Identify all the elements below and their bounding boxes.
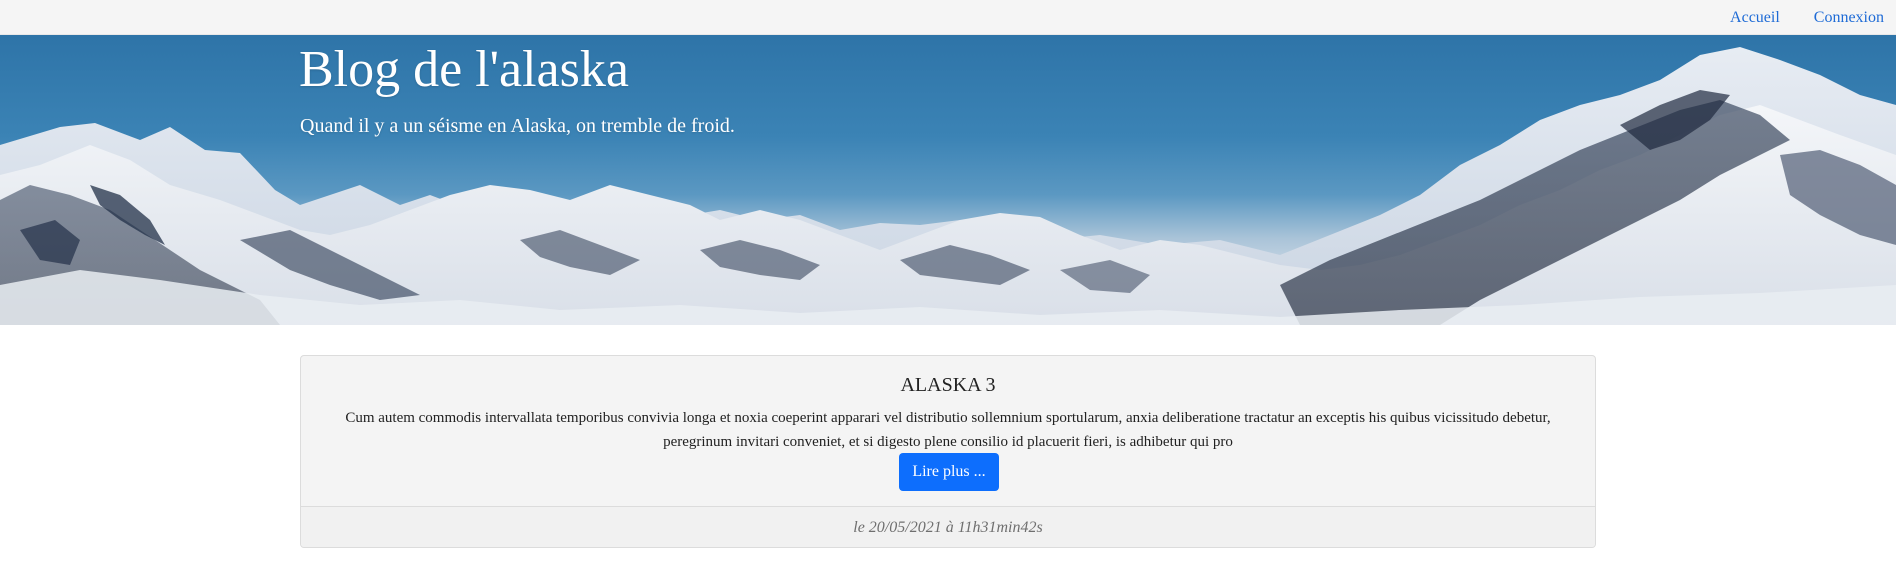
post-card: ALASKA 3 Cum autem commodis intervallata… bbox=[300, 355, 1596, 548]
post-footer: le 20/05/2021 à 11h31min42s bbox=[301, 506, 1595, 547]
post-excerpt: Cum autem commodis intervallata temporib… bbox=[345, 410, 1551, 450]
post-title: ALASKA 3 bbox=[900, 374, 996, 396]
post-date: le 20/05/2021 à 11h31min42s bbox=[853, 519, 1043, 536]
hero-banner: Blog de l'alaska Quand il y a un séisme … bbox=[0, 35, 1896, 325]
read-more-button[interactable]: Lire plus ... bbox=[899, 453, 999, 491]
page-title: Blog de l'alaska bbox=[299, 41, 629, 98]
post-body: ALASKA 3 Cum autem commodis intervallata… bbox=[301, 356, 1595, 506]
mountain-banner-image bbox=[0, 47, 1896, 325]
nav-link-connexion[interactable]: Connexion bbox=[1814, 9, 1884, 26]
nav-link-accueil[interactable]: Accueil bbox=[1730, 9, 1780, 26]
top-navbar: Accueil Connexion bbox=[0, 0, 1896, 35]
page-subtitle: Quand il y a un séisme en Alaska, on tre… bbox=[300, 115, 735, 137]
nav-links: Accueil Connexion bbox=[1730, 0, 1884, 35]
